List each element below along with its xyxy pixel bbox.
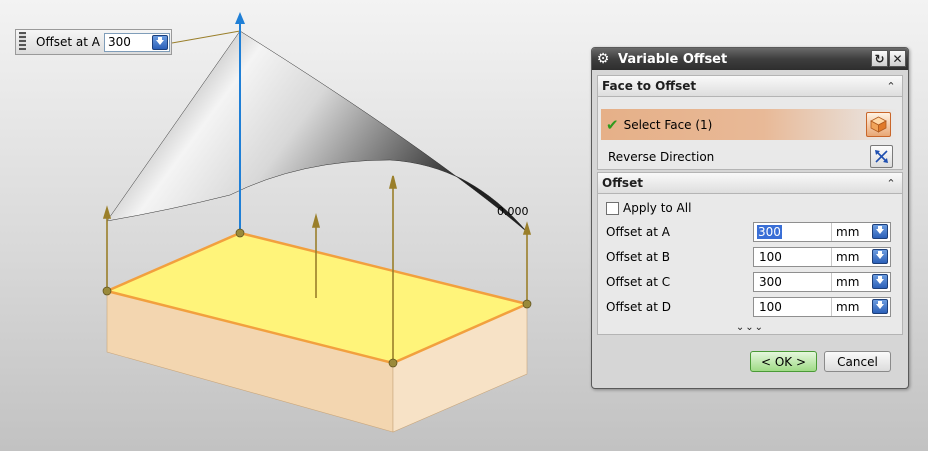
offset-vector-a-head <box>235 12 245 24</box>
variable-offset-dialog: ⚙ Variable Offset ↻ ✕ Face to Offset ⌃ ✔… <box>591 47 909 389</box>
drag-grip-icon[interactable] <box>19 32 26 52</box>
offset-c-label: Offset at C <box>606 275 671 289</box>
reverse-direction-label: Reverse Direction <box>608 150 715 164</box>
select-face-label: Select Face (1) <box>623 117 713 132</box>
face-to-offset-header[interactable]: Face to Offset ⌃ <box>598 76 902 97</box>
offset-a-field[interactable]: 300 mm <box>753 222 891 242</box>
dialog-title: Variable Offset <box>618 51 728 67</box>
offset-c-row: Offset at C 300 mm <box>598 271 902 294</box>
offset-b-label: Offset at B <box>606 250 670 264</box>
collapse-up-icon[interactable]: ⌃ <box>884 79 898 93</box>
offset-b-row: Offset at B 100 mm <box>598 246 902 269</box>
collapse-up-icon[interactable]: ⌃ <box>884 176 898 190</box>
callout-value[interactable]: 300 <box>105 35 131 49</box>
reverse-direction-icon[interactable] <box>870 145 893 168</box>
offset-d-field[interactable]: 100 mm <box>753 297 891 317</box>
checkmark-icon: ✔ <box>606 115 619 134</box>
reset-icon[interactable]: ↻ <box>871 50 888 67</box>
offset-b-unit: mm <box>836 250 860 264</box>
offset-header[interactable]: Offset ⌃ <box>598 173 902 194</box>
reverse-direction-row: Reverse Direction <box>601 144 897 170</box>
cancel-button[interactable]: Cancel <box>824 351 891 372</box>
offset-a-value[interactable]: 300 <box>757 225 782 239</box>
apply-to-all-row[interactable]: Apply to All <box>606 201 691 215</box>
offset-a-label: Offset at A <box>606 225 670 239</box>
offset-d-row: Offset at D 100 mm <box>598 296 902 319</box>
offset-surface[interactable] <box>106 30 528 233</box>
callout-label: Offset at A <box>36 35 100 49</box>
select-face-row[interactable]: ✔ Select Face (1) <box>601 109 897 140</box>
more-options-icon[interactable]: ⌄⌄⌄ <box>598 322 902 334</box>
offset-c-field[interactable]: 300 mm <box>753 272 891 292</box>
dropdown-arrow-icon[interactable] <box>872 274 888 289</box>
offset-title: Offset <box>602 176 643 190</box>
offset-d-label: Offset at D <box>606 300 671 314</box>
gear-icon[interactable]: ⚙ <box>594 50 612 68</box>
apply-to-all-label: Apply to All <box>623 201 692 215</box>
ok-button[interactable]: < OK > <box>750 351 817 372</box>
offset-c-value[interactable]: 300 <box>759 275 782 289</box>
dropdown-arrow-icon[interactable] <box>872 224 888 239</box>
offset-callout[interactable]: Offset at A 300 <box>15 29 172 55</box>
offset-c-unit: mm <box>836 275 860 289</box>
surface-value-label: 0.000 <box>497 205 529 218</box>
offset-a-unit: mm <box>836 225 860 239</box>
face-to-offset-group: Face to Offset ⌃ ✔ Select Face (1) Rever… <box>597 75 903 170</box>
offset-group: Offset ⌃ Apply to All Offset at A 300 mm… <box>597 172 903 335</box>
face-to-offset-title: Face to Offset <box>602 79 697 93</box>
offset-a-row: Offset at A 300 mm <box>598 221 902 244</box>
close-icon[interactable]: ✕ <box>889 50 906 67</box>
dialog-titlebar[interactable]: ⚙ Variable Offset ↻ ✕ <box>592 48 908 70</box>
callout-value-field[interactable]: 300 <box>103 32 170 52</box>
offset-b-field[interactable]: 100 mm <box>753 247 891 267</box>
offset-b-value[interactable]: 100 <box>759 250 782 264</box>
callout-leader-line <box>171 30 241 44</box>
dropdown-arrow-icon[interactable] <box>872 299 888 314</box>
offset-d-unit: mm <box>836 300 860 314</box>
offset-d-value[interactable]: 100 <box>759 300 782 314</box>
dropdown-arrow-icon[interactable] <box>872 249 888 264</box>
apply-to-all-checkbox[interactable] <box>606 201 619 215</box>
dropdown-arrow-icon[interactable] <box>151 34 168 50</box>
face-select-icon[interactable] <box>866 112 891 137</box>
